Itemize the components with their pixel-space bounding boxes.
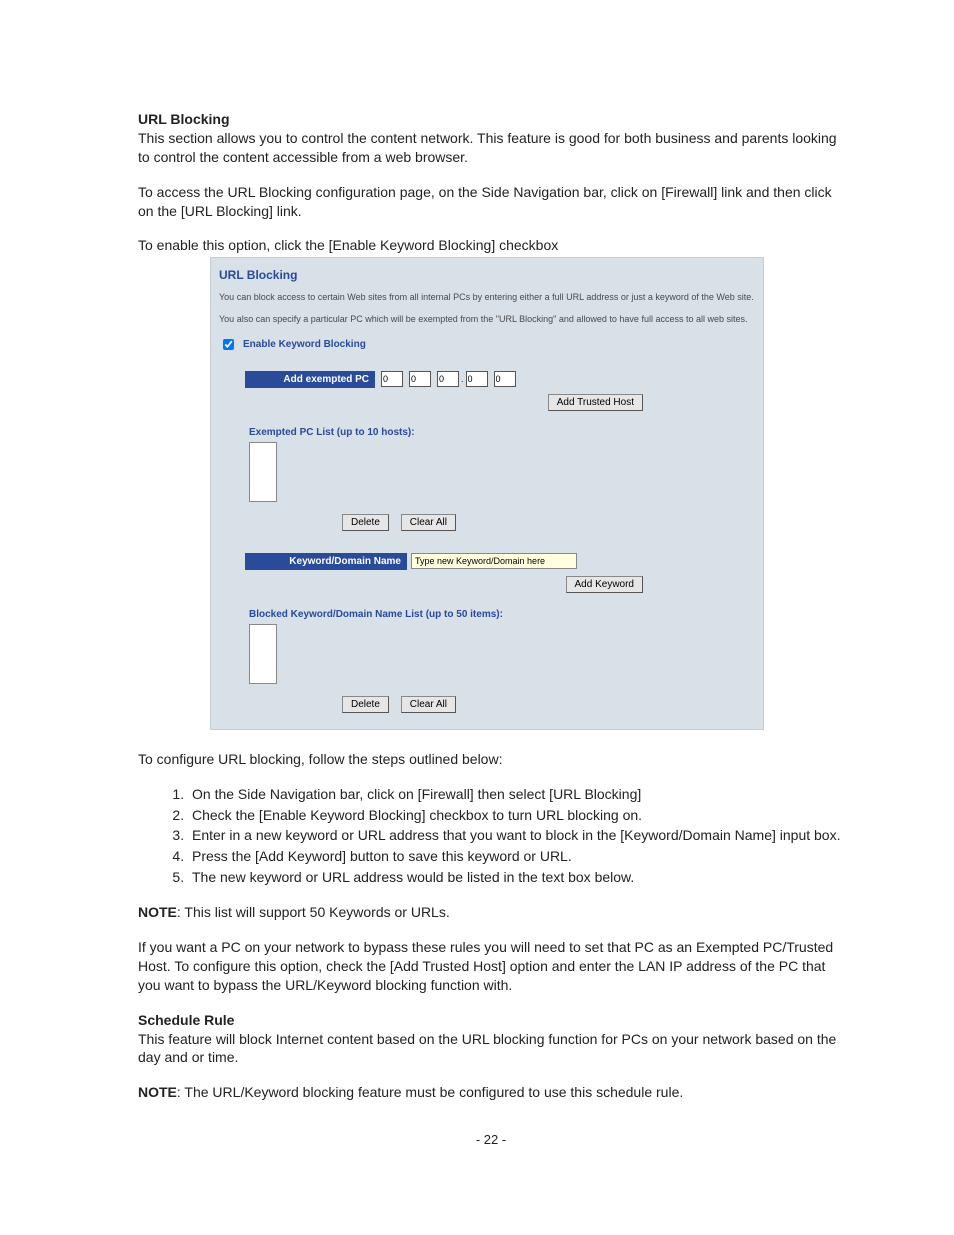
ip-octet-input[interactable] — [466, 371, 488, 387]
enable-keyword-blocking-checkbox[interactable] — [223, 339, 234, 350]
list-item: Enter in a new keyword or URL address th… — [188, 826, 844, 845]
router-admin-panel: URL Blocking You can block access to cer… — [210, 257, 764, 729]
blocked-list-label: Blocked Keyword/Domain Name List (up to … — [249, 609, 757, 620]
list-item: The new keyword or URL address would be … — [188, 868, 844, 887]
panel-intro-text: You also can specify a particular PC whi… — [219, 314, 757, 326]
paragraph: To access the URL Blocking configuration… — [138, 183, 844, 221]
steps-list: On the Side Navigation bar, click on [Fi… — [188, 785, 844, 887]
paragraph: If you want a PC on your network to bypa… — [138, 938, 844, 995]
delete-button[interactable]: Delete — [342, 696, 389, 713]
clear-all-button[interactable]: Clear All — [401, 514, 456, 531]
blocked-keyword-listbox[interactable] — [249, 624, 277, 684]
paragraph: This feature will block Internet content… — [138, 1030, 844, 1068]
clear-all-button[interactable]: Clear All — [401, 696, 456, 713]
note-text: : The URL/Keyword blocking feature must … — [177, 1084, 683, 1100]
list-item: On the Side Navigation bar, click on [Fi… — [188, 785, 844, 804]
exempted-pc-listbox[interactable] — [249, 442, 277, 502]
panel-intro-text: You can block access to certain Web site… — [219, 292, 757, 304]
keyword-domain-header: Keyword/Domain Name — [245, 553, 407, 570]
exempted-list-label: Exempted PC List (up to 10 hosts): — [249, 427, 757, 438]
list-item: Check the [Enable Keyword Blocking] chec… — [188, 806, 844, 825]
ip-octet-input[interactable] — [494, 371, 516, 387]
note-paragraph: NOTE: This list will support 50 Keywords… — [138, 903, 844, 922]
delete-button[interactable]: Delete — [342, 514, 389, 531]
ip-octet-input[interactable] — [437, 371, 459, 387]
ip-input-group: . — [381, 371, 522, 388]
panel-title: URL Blocking — [219, 268, 757, 282]
paragraph: This section allows you to control the c… — [138, 129, 844, 167]
enable-keyword-blocking-label: Enable Keyword Blocking — [243, 339, 366, 350]
paragraph: To enable this option, click the [Enable… — [138, 236, 844, 255]
note-label: NOTE — [138, 904, 177, 920]
ip-octet-input[interactable] — [409, 371, 431, 387]
note-text: : This list will support 50 Keywords or … — [177, 904, 450, 920]
ip-octet-input[interactable] — [381, 371, 403, 387]
add-keyword-button[interactable]: Add Keyword — [566, 576, 643, 593]
keyword-domain-input[interactable] — [411, 553, 577, 569]
add-trusted-host-button[interactable]: Add Trusted Host — [548, 394, 643, 411]
list-item: Press the [Add Keyword] button to save t… — [188, 847, 844, 866]
note-paragraph: NOTE: The URL/Keyword blocking feature m… — [138, 1083, 844, 1102]
paragraph: To configure URL blocking, follow the st… — [138, 750, 844, 769]
section-heading-schedule-rule: Schedule Rule — [138, 1012, 234, 1028]
page-number: - 22 - — [138, 1132, 844, 1147]
note-label: NOTE — [138, 1084, 177, 1100]
dot-separator: . — [461, 374, 464, 384]
section-heading-url-blocking: URL Blocking — [138, 111, 230, 127]
document-page: URL Blocking This section allows you to … — [0, 0, 954, 1187]
add-exempted-pc-header: Add exempted PC — [245, 371, 375, 388]
